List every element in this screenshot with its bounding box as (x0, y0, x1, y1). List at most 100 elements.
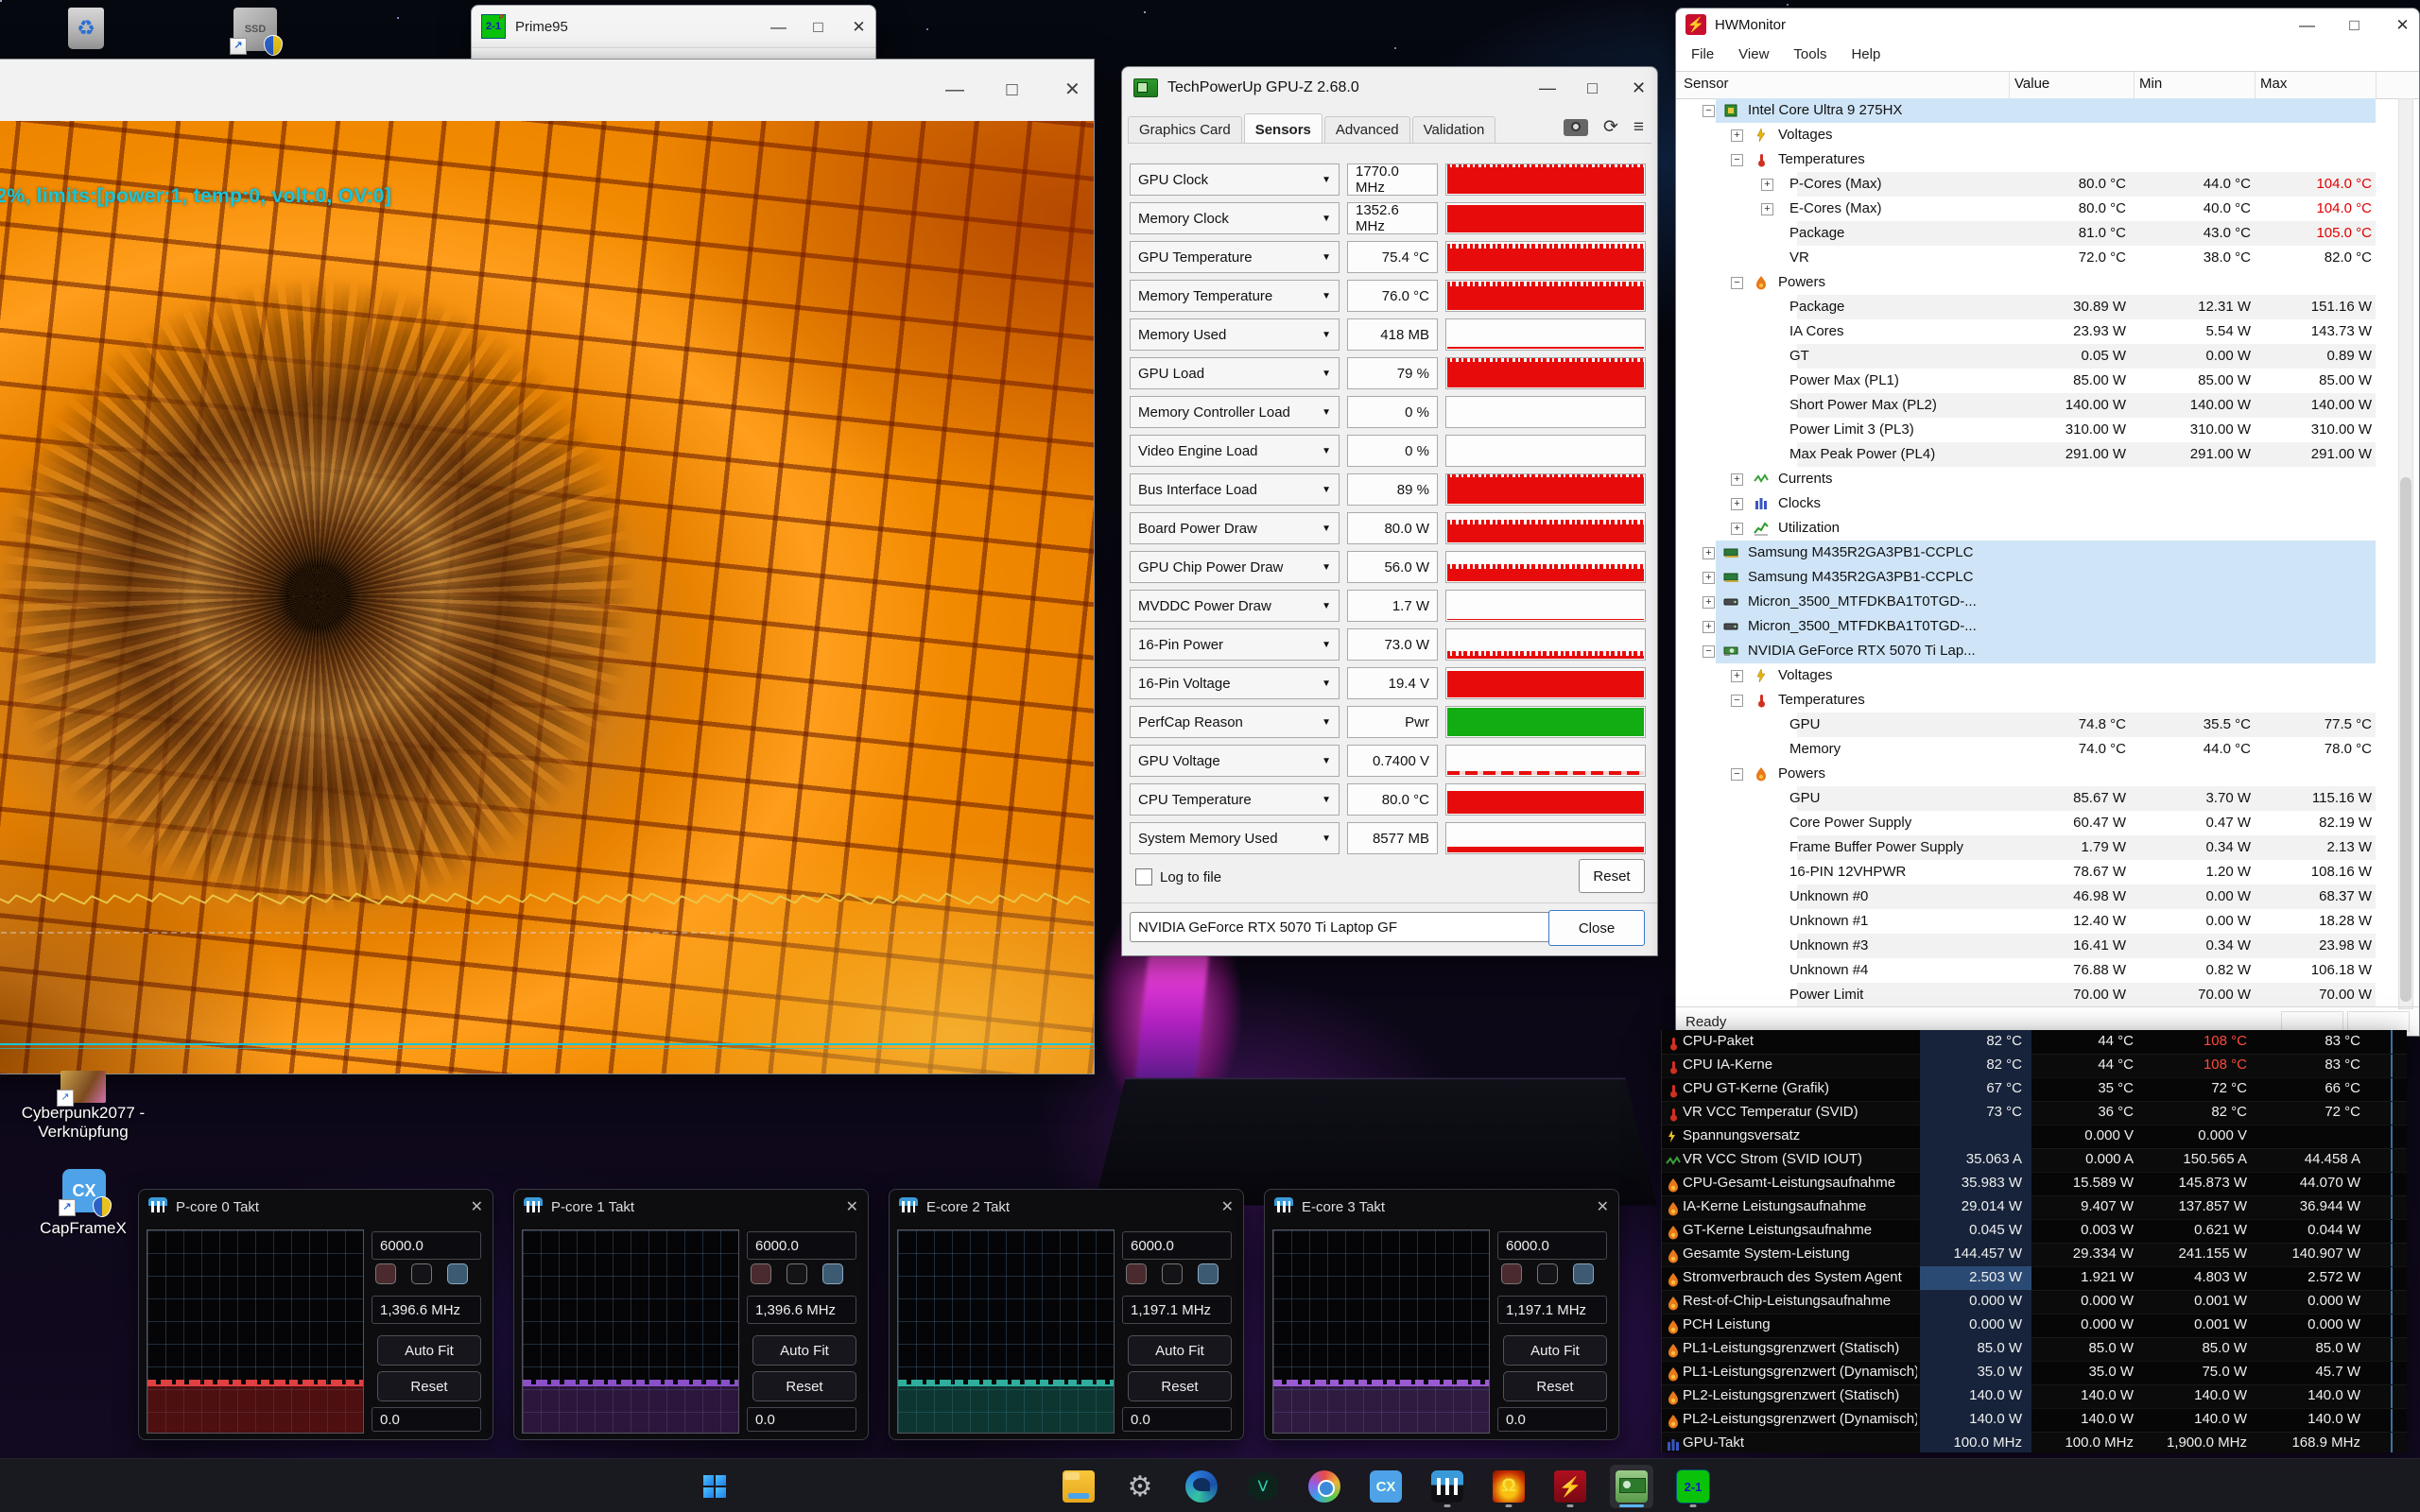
taskbar-app-prime95[interactable]: 2-1 (1671, 1465, 1715, 1508)
hwinfo-row-vr-vcc-temperatur-svid-[interactable]: VR VCC Temperatur (SVID)73 °C36 °C82 °C7… (1662, 1101, 2407, 1125)
auto-fit-button[interactable]: Auto Fit (377, 1335, 481, 1366)
taskbar-app-gpu-z[interactable] (1610, 1465, 1653, 1508)
sensor-label-dropdown[interactable]: MVDDC Power Draw▼ (1130, 590, 1340, 622)
camera-icon[interactable] (1564, 119, 1588, 136)
sensor-label-dropdown[interactable]: 16-Pin Power▼ (1130, 628, 1340, 661)
collapse-icon[interactable]: − (1731, 695, 1743, 707)
hwinfo-row-cpu-gt-kerne-grafik-[interactable]: CPU GT-Kerne (Grafik)67 °C35 °C72 °C66 °… (1662, 1077, 2407, 1102)
taskbar-app-edge[interactable] (1180, 1465, 1223, 1508)
hwm-row-frame-buffer-power-supply[interactable]: Frame Buffer Power Supply1.79 W0.34 W2.1… (1676, 835, 2419, 860)
sensor-label-dropdown[interactable]: Bus Interface Load▼ (1130, 473, 1340, 506)
hwinfo-row-cpu-gesamt-leistungsaufnahme[interactable]: CPU-Gesamt-Leistungsaufnahme35.983 W15.5… (1662, 1172, 2407, 1196)
column-header-sensor[interactable]: Sensor (1684, 76, 1729, 92)
close-icon[interactable]: ✕ (846, 1197, 858, 1216)
sensor-label-dropdown[interactable]: Memory Temperature▼ (1130, 280, 1340, 312)
capframex-shortcut-label[interactable]: CapFrameX (17, 1219, 149, 1238)
clock-window-titlebar[interactable]: E-core 3 Takt✕ (1265, 1190, 1618, 1224)
clock-window-titlebar[interactable]: E-core 2 Takt✕ (890, 1190, 1243, 1224)
color-swatch-2[interactable] (1198, 1263, 1219, 1284)
expand-icon[interactable]: + (1731, 523, 1743, 535)
maximize-button[interactable]: □ (1005, 80, 1019, 99)
close-icon[interactable]: ✕ (1597, 1197, 1609, 1216)
auto-fit-button[interactable]: Auto Fit (1503, 1335, 1607, 1366)
axis-max-input[interactable]: 6000.0 (1122, 1231, 1232, 1260)
hwm-row-voltages[interactable]: +Voltages (1676, 123, 2419, 147)
cyberpunk-shortcut-label[interactable]: Cyberpunk2077 -Verknüpfung (8, 1104, 159, 1142)
clock-window-titlebar[interactable]: P-core 0 Takt✕ (139, 1190, 493, 1224)
color-swatch-0[interactable] (751, 1263, 771, 1284)
sensor-label-dropdown[interactable]: GPU Load▼ (1130, 357, 1340, 389)
sensor-label-dropdown[interactable]: Memory Controller Load▼ (1130, 396, 1340, 428)
scrollbar[interactable] (2398, 98, 2413, 1009)
scrollbar-thumb[interactable] (2400, 477, 2411, 1002)
hwinfo-row-rest-of-chip-leistungsaufnahme[interactable]: Rest-of-Chip-Leistungsaufnahme0.000 W0.0… (1662, 1290, 2407, 1314)
hwm-row-gpu[interactable]: GPU74.8 °C35.5 °C77.5 °C (1676, 713, 2419, 737)
hwm-row-nvidia-geforce-rtx-5070-ti-lap-[interactable]: −NVIDIA GeForce RTX 5070 Ti Lap... (1676, 639, 2419, 663)
hwm-row-power-limit-3-pl3-[interactable]: Power Limit 3 (PL3)310.00 W310.00 W310.0… (1676, 418, 2419, 442)
hwm-row-temperatures[interactable]: −Temperatures (1676, 147, 2419, 172)
checkbox-icon[interactable] (1135, 868, 1152, 885)
hwm-row-power-limit[interactable]: Power Limit70.00 W70.00 W70.00 W (1676, 983, 2419, 1007)
hwm-row-package[interactable]: Package30.89 W12.31 W151.16 W (1676, 295, 2419, 319)
color-swatch-0[interactable] (1501, 1263, 1522, 1284)
sensor-label-dropdown[interactable]: GPU Clock▼ (1130, 163, 1340, 196)
minimize-button[interactable]: — (770, 19, 785, 35)
sensor-label-dropdown[interactable]: Board Power Draw▼ (1130, 512, 1340, 544)
axis-min-input[interactable]: 0.0 (747, 1407, 856, 1432)
collapse-icon[interactable]: − (1731, 277, 1743, 289)
color-swatch-2[interactable] (822, 1263, 843, 1284)
hwinfo-row-pch-leistung[interactable]: PCH Leistung0.000 W0.000 W0.001 W0.000 W (1662, 1314, 2407, 1338)
close-icon[interactable]: ✕ (1221, 1197, 1234, 1216)
color-swatch-1[interactable] (1537, 1263, 1558, 1284)
axis-min-input[interactable]: 0.0 (1122, 1407, 1232, 1432)
expand-icon[interactable]: + (1703, 621, 1715, 633)
tab-sensors[interactable]: Sensors (1244, 113, 1322, 143)
color-swatch-1[interactable] (1162, 1263, 1183, 1284)
gpu-select-dropdown[interactable]: NVIDIA GeForce RTX 5070 Ti Laptop GF⌄ (1130, 912, 1602, 942)
auto-fit-button[interactable]: Auto Fit (752, 1335, 856, 1366)
as-ssd-shortcut-icon[interactable]: SSD ↗ (233, 8, 277, 51)
sensor-label-dropdown[interactable]: 16-Pin Voltage▼ (1130, 667, 1340, 699)
hwm-row-unknown-1[interactable]: Unknown #112.40 W0.00 W18.28 W (1676, 909, 2419, 934)
hwinfo-row-stromverbrauch-des-system-agent[interactable]: Stromverbrauch des System Agent2.503 W1.… (1662, 1266, 2407, 1291)
hwinfo-row-cpu-paket[interactable]: CPU-Paket82 °C44 °C108 °C83 °C (1662, 1030, 2407, 1055)
hwm-row-power-max-pl1-[interactable]: Power Max (PL1)85.00 W85.00 W85.00 W (1676, 369, 2419, 393)
sensor-label-dropdown[interactable]: PerfCap Reason▼ (1130, 706, 1340, 738)
menu-file[interactable]: File (1691, 46, 1714, 62)
refresh-icon[interactable]: ⟳ (1603, 116, 1618, 138)
color-swatch-0[interactable] (1126, 1263, 1147, 1284)
recycle-bin-icon[interactable]: ♻ (68, 8, 104, 49)
sensor-label-dropdown[interactable]: Memory Used▼ (1130, 318, 1340, 351)
hwmonitor-titlebar[interactable]: ⚡ HWMonitor — □ ✕ (1676, 9, 2419, 41)
taskbar-app-file-explorer[interactable] (1057, 1465, 1100, 1508)
auto-fit-button[interactable]: Auto Fit (1128, 1335, 1232, 1366)
hwinfo-row-vr-vcc-strom-svid-iout-[interactable]: VR VCC Strom (SVID IOUT)35.063 A0.000 A1… (1662, 1148, 2407, 1173)
taskbar-app-settings[interactable]: ⚙ (1118, 1465, 1162, 1508)
hwinfo-row-spannungsversatz[interactable]: Spannungsversatz0.000 V0.000 V (1662, 1125, 2407, 1149)
color-swatch-0[interactable] (375, 1263, 396, 1284)
hwm-row-unknown-4[interactable]: Unknown #476.88 W0.82 W106.18 W (1676, 958, 2419, 983)
expand-icon[interactable]: + (1761, 203, 1773, 215)
minimize-button[interactable]: — (2299, 17, 2313, 33)
hwm-row-micron-3500-mtfdkba1t0tgd-[interactable]: +Micron_3500_MTFDKBA1T0TGD-... (1676, 590, 2419, 614)
sensor-label-dropdown[interactable]: GPU Temperature▼ (1130, 241, 1340, 273)
hwm-row-ia-cores[interactable]: IA Cores23.93 W5.54 W143.73 W (1676, 319, 2419, 344)
close-button[interactable]: ✕ (1064, 80, 1079, 99)
tab-advanced[interactable]: Advanced (1324, 116, 1410, 143)
expand-icon[interactable]: + (1703, 572, 1715, 584)
menu-help[interactable]: Help (1851, 46, 1880, 62)
hwm-row-gt[interactable]: GT0.05 W0.00 W0.89 W (1676, 344, 2419, 369)
furmark-titlebar[interactable]: — □ ✕ (0, 60, 1094, 120)
axis-max-input[interactable]: 6000.0 (1497, 1231, 1607, 1260)
expand-icon[interactable]: + (1703, 547, 1715, 559)
taskbar-app-capframex[interactable]: CX (1364, 1465, 1408, 1508)
hwm-row-gpu[interactable]: GPU85.67 W3.70 W115.16 W (1676, 786, 2419, 811)
collapse-icon[interactable]: − (1731, 768, 1743, 781)
hwinfo-row-pl2-leistungsgrenzwert-statisch-[interactable]: PL2-Leistungsgrenzwert (Statisch)140.0 W… (1662, 1384, 2407, 1409)
hwinfo-row-pl1-leistungsgrenzwert-dynamisch-[interactable]: PL1-Leistungsgrenzwert (Dynamisch)35.0 W… (1662, 1361, 2407, 1385)
close-button[interactable]: ✕ (2395, 17, 2410, 33)
sensor-label-dropdown[interactable]: GPU Chip Power Draw▼ (1130, 551, 1340, 583)
cyberpunk-shortcut-icon[interactable]: ↗ (60, 1071, 106, 1103)
hwinfo-row-gt-kerne-leistungsaufnahme[interactable]: GT-Kerne Leistungsaufnahme0.045 W0.003 W… (1662, 1219, 2407, 1244)
maximize-button[interactable]: □ (811, 19, 825, 35)
